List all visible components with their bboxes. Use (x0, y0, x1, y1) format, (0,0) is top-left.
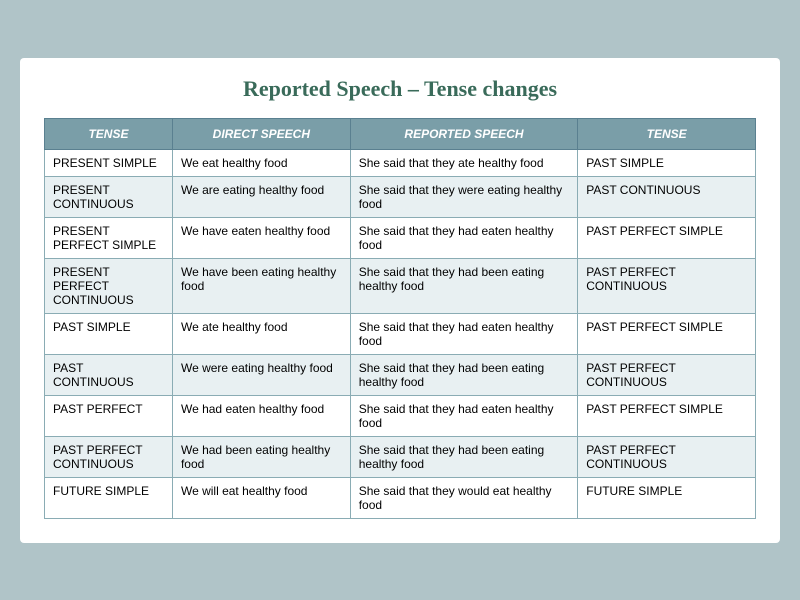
card: Reported Speech – Tense changes TENSE DI… (20, 58, 780, 543)
table-row: PAST SIMPLEWe ate healthy foodShe said t… (45, 313, 756, 354)
table-row: PAST PERFECTWe had eaten healthy foodShe… (45, 395, 756, 436)
direct-speech-cell: We ate healthy food (172, 313, 350, 354)
table-row: PAST CONTINUOUSWe were eating healthy fo… (45, 354, 756, 395)
reported-speech-cell: She said that they were eating healthy f… (350, 176, 578, 217)
table-row: PRESENT SIMPLEWe eat healthy foodShe sai… (45, 149, 756, 176)
tense-cell: PRESENT CONTINUOUS (45, 176, 173, 217)
table-row: PRESENT PERFECT CONTINUOUSWe have been e… (45, 258, 756, 313)
direct-speech-cell: We had eaten healthy food (172, 395, 350, 436)
reported-speech-cell: She said that they had been eating healt… (350, 354, 578, 395)
table-row: PRESENT CONTINUOUSWe are eating healthy … (45, 176, 756, 217)
direct-speech-cell: We were eating healthy food (172, 354, 350, 395)
tense-cell: PAST SIMPLE (45, 313, 173, 354)
result-tense-cell: PAST PERFECT CONTINUOUS (578, 354, 756, 395)
result-tense-cell: PAST PERFECT SIMPLE (578, 217, 756, 258)
tense-cell: PRESENT SIMPLE (45, 149, 173, 176)
reported-speech-cell: She said that they had been eating healt… (350, 436, 578, 477)
page-title: Reported Speech – Tense changes (44, 76, 756, 102)
header-reported-speech: REPORTED SPEECH (350, 118, 578, 149)
direct-speech-cell: We had been eating healthy food (172, 436, 350, 477)
direct-speech-cell: We have eaten healthy food (172, 217, 350, 258)
direct-speech-cell: We eat healthy food (172, 149, 350, 176)
table-row: PAST PERFECT CONTINUOUSWe had been eatin… (45, 436, 756, 477)
direct-speech-cell: We are eating healthy food (172, 176, 350, 217)
header-tense: TENSE (45, 118, 173, 149)
direct-speech-cell: We will eat healthy food (172, 477, 350, 518)
tense-cell: FUTURE SIMPLE (45, 477, 173, 518)
reported-speech-cell: She said that they had eaten healthy foo… (350, 313, 578, 354)
direct-speech-cell: We have been eating healthy food (172, 258, 350, 313)
result-tense-cell: PAST PERFECT SIMPLE (578, 313, 756, 354)
table-row: FUTURE SIMPLEWe will eat healthy foodShe… (45, 477, 756, 518)
tense-cell: PAST CONTINUOUS (45, 354, 173, 395)
result-tense-cell: PAST PERFECT SIMPLE (578, 395, 756, 436)
tense-table: TENSE DIRECT SPEECH REPORTED SPEECH TENS… (44, 118, 756, 519)
tense-cell: PAST PERFECT (45, 395, 173, 436)
reported-speech-cell: She said that they had been eating healt… (350, 258, 578, 313)
reported-speech-cell: She said that they had eaten healthy foo… (350, 217, 578, 258)
header-direct-speech: DIRECT SPEECH (172, 118, 350, 149)
header-tense-result: TENSE (578, 118, 756, 149)
tense-cell: PRESENT PERFECT SIMPLE (45, 217, 173, 258)
reported-speech-cell: She said that they ate healthy food (350, 149, 578, 176)
tense-cell: PAST PERFECT CONTINUOUS (45, 436, 173, 477)
result-tense-cell: PAST PERFECT CONTINUOUS (578, 258, 756, 313)
reported-speech-cell: She said that they would eat healthy foo… (350, 477, 578, 518)
tense-cell: PRESENT PERFECT CONTINUOUS (45, 258, 173, 313)
result-tense-cell: FUTURE SIMPLE (578, 477, 756, 518)
result-tense-cell: PAST SIMPLE (578, 149, 756, 176)
result-tense-cell: PAST CONTINUOUS (578, 176, 756, 217)
table-row: PRESENT PERFECT SIMPLEWe have eaten heal… (45, 217, 756, 258)
result-tense-cell: PAST PERFECT CONTINUOUS (578, 436, 756, 477)
reported-speech-cell: She said that they had eaten healthy foo… (350, 395, 578, 436)
